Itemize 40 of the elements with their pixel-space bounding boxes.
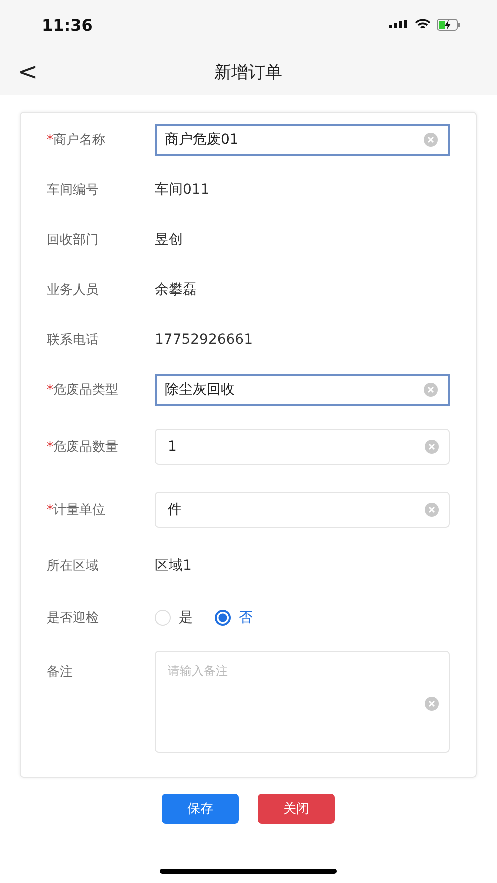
field-label: 是否迎检 bbox=[47, 611, 99, 626]
back-button[interactable]: < bbox=[14, 58, 42, 86]
field-label: 所在区域 bbox=[47, 559, 99, 574]
clear-icon[interactable] bbox=[425, 502, 439, 516]
radio-label[interactable]: 是 bbox=[179, 609, 193, 627]
field-label: 计量单位 bbox=[54, 502, 106, 518]
input-field[interactable]: 1 bbox=[155, 428, 450, 464]
input-field[interactable]: 商户危废01 bbox=[155, 124, 450, 156]
battery-icon bbox=[437, 19, 461, 31]
input-field[interactable]: 件 bbox=[155, 492, 450, 528]
required-mark: * bbox=[47, 502, 54, 518]
required-mark: * bbox=[47, 133, 54, 148]
clear-icon[interactable] bbox=[424, 383, 438, 397]
field-value: 昱创 bbox=[155, 231, 183, 249]
save-button[interactable]: 保存 bbox=[162, 794, 239, 824]
field-value: 区域1 bbox=[155, 557, 192, 575]
field-label: 备注 bbox=[47, 665, 73, 680]
signal-icon bbox=[389, 20, 409, 30]
field-label: 回收部门 bbox=[47, 233, 99, 248]
field-label: 危废品数量 bbox=[54, 440, 118, 454]
field-label: 业务人员 bbox=[47, 283, 99, 298]
radio-label[interactable]: 否 bbox=[239, 609, 253, 627]
radio-button[interactable] bbox=[215, 610, 231, 626]
required-mark: * bbox=[47, 440, 54, 454]
close-button[interactable]: 关闭 bbox=[258, 794, 335, 824]
field-label: 车间编号 bbox=[47, 183, 99, 198]
field-label: 联系电话 bbox=[47, 333, 99, 348]
clear-icon[interactable] bbox=[424, 133, 438, 147]
status-time: 11:36 bbox=[42, 16, 93, 34]
clear-icon[interactable] bbox=[425, 440, 439, 454]
input-field[interactable]: 除尘灰回收 bbox=[155, 374, 450, 406]
field-label: 危废品类型 bbox=[54, 383, 118, 398]
field-value: 17752926661 bbox=[155, 332, 253, 348]
field-label: 商户名称 bbox=[54, 133, 106, 148]
wifi-icon bbox=[415, 19, 431, 31]
required-mark: * bbox=[47, 383, 54, 398]
clear-icon[interactable] bbox=[425, 697, 439, 711]
field-value: 余攀磊 bbox=[155, 281, 197, 299]
field-value: 车间011 bbox=[155, 181, 210, 199]
page-title: 新增订单 bbox=[214, 62, 282, 84]
